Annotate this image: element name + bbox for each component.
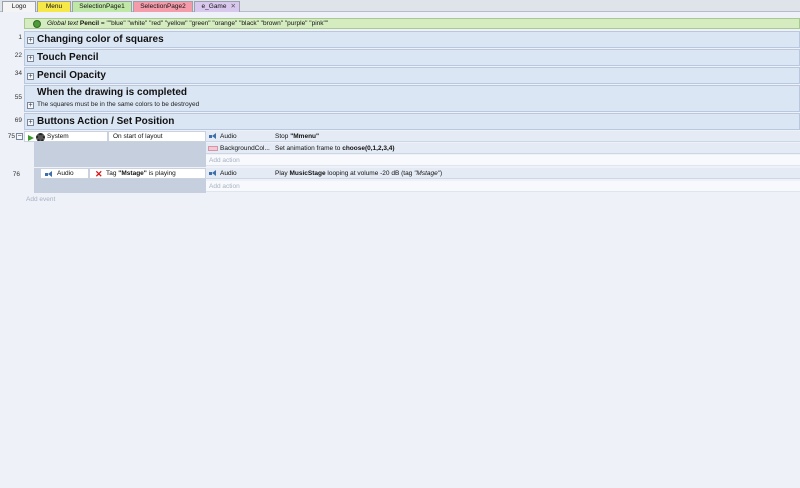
global-var-eq: = bbox=[100, 20, 105, 27]
action-row[interactable]: Audio Play MusicStage looping at volume … bbox=[206, 168, 800, 179]
group-title: Changing color of squares bbox=[37, 34, 164, 45]
tab-label: e_Game bbox=[201, 3, 227, 10]
expand-group-icon[interactable]: + bbox=[27, 37, 34, 44]
action-text: Stop "Mmenu" bbox=[275, 133, 320, 140]
global-var-value: ""blue" "white" "red" "yellow" "green" "… bbox=[106, 20, 329, 27]
condition-object[interactable]: Audio bbox=[40, 168, 89, 179]
tab-bar: Logo Menu SelectionPage1 SelectionPage2 … bbox=[0, 0, 800, 12]
add-action-link[interactable]: Add action bbox=[206, 181, 800, 192]
tab-label: SelectionPage1 bbox=[79, 3, 125, 10]
line-number: 22 bbox=[14, 52, 22, 59]
action-row[interactable]: Audio Stop "Mmenu" bbox=[206, 131, 800, 142]
add-action-label: Add action bbox=[209, 157, 240, 164]
background-object-icon bbox=[208, 146, 218, 151]
action-text: Set animation frame to choose(0,1,2,3,4) bbox=[275, 145, 395, 152]
line-number: 75 bbox=[7, 133, 15, 140]
group-title: Pencil Opacity bbox=[37, 70, 106, 81]
close-tab-icon[interactable]: ✕ bbox=[231, 2, 236, 12]
event-arrow-icon bbox=[28, 135, 34, 141]
group-title: Touch Pencil bbox=[37, 52, 99, 63]
group-drawing-completed[interactable]: When the drawing is completed + The squa… bbox=[24, 85, 800, 112]
tab-label: SelectionPage2 bbox=[140, 3, 186, 10]
expand-group-icon[interactable]: + bbox=[27, 119, 34, 126]
global-var-name: Pencil bbox=[79, 20, 100, 27]
tab-selectionpage1[interactable]: SelectionPage1 bbox=[72, 1, 132, 12]
tab-label: Menu bbox=[45, 3, 63, 10]
expand-group-icon[interactable]: + bbox=[27, 55, 34, 62]
group-changing-color[interactable]: + Changing color of squares bbox=[24, 31, 800, 48]
tab-logo[interactable]: Logo bbox=[2, 1, 36, 12]
group-pencil-opacity[interactable]: + Pencil Opacity bbox=[24, 67, 800, 84]
tab-menu[interactable]: Menu bbox=[37, 1, 71, 12]
action-object-label: Audio bbox=[220, 133, 237, 140]
invert-condition-icon: ✕ bbox=[95, 169, 103, 179]
condition-text[interactable]: On start of layout bbox=[108, 131, 206, 142]
line-number: 69 bbox=[14, 117, 22, 124]
group-description: The squares must be in the same colors t… bbox=[37, 101, 200, 108]
add-action-label: Add action bbox=[209, 183, 240, 190]
condition-label: On start of layout bbox=[113, 133, 163, 140]
group-title: When the drawing is completed bbox=[37, 87, 188, 98]
add-action-link[interactable]: Add action bbox=[206, 155, 800, 166]
audio-icon bbox=[209, 170, 217, 177]
audio-icon bbox=[45, 171, 53, 178]
action-row[interactable]: BackgroundCol... Set animation frame to … bbox=[206, 143, 800, 154]
global-variable-icon bbox=[33, 20, 41, 28]
line-number: 1 bbox=[18, 34, 22, 41]
condition-label: Tag "Mstage" is playing bbox=[106, 170, 176, 177]
line-number: 34 bbox=[14, 70, 22, 77]
collapse-event-icon[interactable]: − bbox=[16, 133, 23, 140]
group-title: Buttons Action / Set Position bbox=[37, 116, 175, 127]
condition-text[interactable]: ✕ Tag "Mstage" is playing bbox=[89, 168, 206, 179]
group-touch-pencil[interactable]: + Touch Pencil bbox=[24, 49, 800, 66]
audio-icon bbox=[209, 133, 217, 140]
expand-group-icon[interactable]: + bbox=[27, 73, 34, 80]
action-text: Play MusicStage looping at volume -20 dB… bbox=[275, 170, 443, 177]
action-object-label: BackgroundCol... bbox=[220, 145, 270, 152]
tab-selectionpage2[interactable]: SelectionPage2 bbox=[133, 1, 193, 12]
group-buttons-action[interactable]: + Buttons Action / Set Position bbox=[24, 113, 800, 130]
line-number: 55 bbox=[14, 94, 22, 101]
line-number: 76 bbox=[12, 171, 20, 178]
global-variable-row[interactable]: Global text Pencil = ""blue" "white" "re… bbox=[24, 18, 800, 29]
tab-label: Logo bbox=[11, 3, 27, 10]
global-var-kind: Global text bbox=[47, 20, 79, 27]
condition-object[interactable]: System bbox=[24, 131, 108, 142]
condition-object-label: System bbox=[47, 133, 69, 140]
gear-icon bbox=[36, 133, 45, 141]
action-object-label: Audio bbox=[220, 170, 237, 177]
add-event-link[interactable]: Add event bbox=[26, 194, 86, 205]
condition-object-label: Audio bbox=[57, 170, 74, 177]
expand-group-icon[interactable]: + bbox=[27, 102, 34, 109]
tab-e-game[interactable]: e_Game ✕ bbox=[194, 1, 240, 12]
add-event-label: Add event bbox=[26, 196, 56, 203]
